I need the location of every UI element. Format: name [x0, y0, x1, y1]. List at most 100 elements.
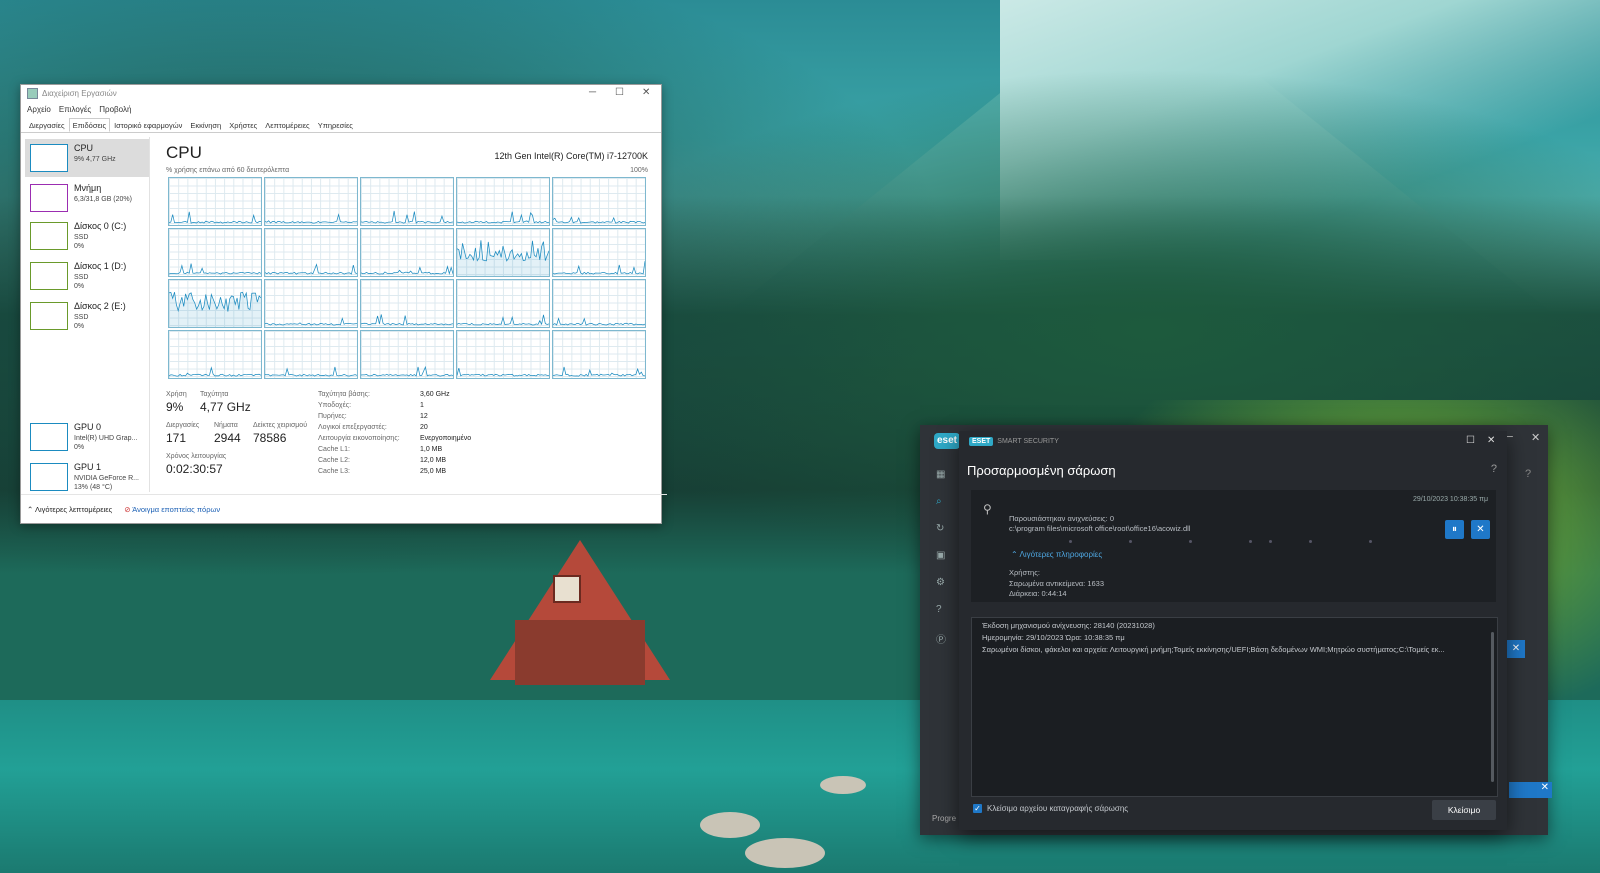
scan-timestamp: 29/10/2023 10:38:35 πμ — [1412, 496, 1488, 503]
current-file-path: c:\program files\microsoft office\root\o… — [1009, 524, 1191, 533]
less-info-link[interactable]: ⌃ Λιγότερες πληροφορίες — [1011, 550, 1102, 559]
tab-users[interactable]: Χρήστες — [225, 118, 261, 132]
close-log-checkbox[interactable]: ✓ — [973, 804, 982, 813]
menu-file[interactable]: Αρχείο — [27, 105, 51, 114]
cpu-thumbnail-graph — [30, 144, 68, 172]
scan-progress-panel: ⚲ 29/10/2023 10:38:35 πμ Παρουσιάστηκαν … — [971, 490, 1496, 602]
spec-key: Cache L3: — [318, 468, 350, 475]
scan-duration: Διάρκεια: 0:44:14 — [1009, 589, 1067, 598]
logical-processor-graph — [264, 279, 358, 328]
graph-max-label: 100% — [630, 167, 648, 174]
account-icon[interactable]: Ⓟ — [936, 631, 948, 646]
sidebar-item-memory[interactable]: Μνήμη 6,3/31,8 GB (20%) — [25, 179, 149, 217]
title-bar: Διαχείριση Εργασιών ─ ☐ ✕ — [21, 85, 661, 102]
spec-value: 12 — [420, 413, 428, 420]
stat-processes: Διεργασίες 171 — [166, 422, 199, 445]
update-icon[interactable]: ↻ — [936, 523, 948, 535]
tab-startup[interactable]: Εκκίνηση — [186, 118, 225, 132]
stat-handles: Δείκτες χειρισμού 78586 — [253, 422, 307, 445]
sidebar-item-cpu[interactable]: CPU 9% 4,77 GHz — [25, 139, 149, 177]
sidebar-item-gpu1[interactable]: GPU 1 NVIDIA GeForce R... 13% (48 °C) — [25, 458, 149, 496]
sidebar-item-label: GPU 1 — [74, 462, 102, 472]
wallpaper-rock — [820, 776, 866, 794]
menu-view[interactable]: Προβολή — [99, 105, 131, 114]
search-icon[interactable]: ⌕ — [936, 496, 948, 508]
sidebar-item-disk1[interactable]: Δίσκος 1 (D:) SSD 0% — [25, 257, 149, 295]
log-scrollbar[interactable] — [1491, 632, 1494, 782]
cpu-heading: CPU — [166, 143, 202, 162]
cpu-specs: Ταχύτητα βάσης: 3,60 GHz Υποδοχές: 1 Πυρήν… — [318, 391, 648, 479]
stat-threads: Νήματα 2944 — [214, 422, 241, 445]
cancel-icon[interactable]: ✕ — [1507, 640, 1525, 658]
spec-value: 20 — [420, 424, 428, 431]
close-icon[interactable]: ✕ — [1531, 431, 1540, 444]
log-line: Έκδοση μηχανισμού ανίχνευσης: 28140 (202… — [982, 621, 1155, 630]
sidebar-item-gpu0[interactable]: GPU 0 Intel(R) UHD Grap... 0% — [25, 418, 149, 456]
logical-processor-graph — [552, 330, 646, 379]
log-line: Σαρωμένοι δίσκοι, φάκελοι και αρχεία: Λε… — [982, 645, 1445, 654]
sidebar-item-label: Μνήμη — [74, 183, 102, 193]
minimize-icon[interactable]: ─ — [589, 87, 596, 98]
logical-processor-graphs — [168, 177, 646, 379]
sidebar-item-value: SSD 0% — [74, 274, 89, 290]
eset-logo: eset — [934, 433, 960, 449]
maximize-icon[interactable]: ☐ — [615, 87, 624, 98]
menu-options[interactable]: Επιλογές — [59, 105, 91, 114]
tab-details[interactable]: Λεπτομέρειες — [261, 118, 313, 132]
spec-row: Cache L2: 12,0 MB — [318, 457, 648, 468]
logical-processor-graph — [360, 177, 454, 226]
overview-icon[interactable]: ▦ — [936, 469, 948, 481]
task-manager-icon — [27, 88, 38, 99]
tools-icon[interactable]: ▣ — [936, 550, 948, 562]
close-button[interactable]: Κλείσιμο — [1432, 800, 1496, 820]
less-info-label: Λιγότερες πληροφορίες — [1019, 550, 1103, 559]
chevron-up-icon: ⌃ — [1011, 550, 1018, 559]
logical-processor-graph — [456, 228, 550, 277]
maximize-icon[interactable]: ☐ — [1466, 435, 1475, 446]
stat-value: 4,77 GHz — [200, 400, 251, 414]
detections-count: Παρουσιάστηκαν ανιχνεύσεις: 0 — [1009, 514, 1114, 523]
help-icon[interactable]: ? — [1525, 468, 1531, 480]
close-notification-icon[interactable]: ✕ — [1509, 782, 1552, 798]
spec-value: 25,0 MB — [420, 468, 447, 475]
gear-icon[interactable]: ⚙ — [936, 577, 948, 589]
tab-services[interactable]: Υπηρεσίες — [314, 118, 357, 132]
resource-monitor-label: Άνοιγμα εποπτείας πόρων — [132, 504, 221, 514]
logical-processor-graph — [264, 177, 358, 226]
sidebar-item-value: SSD 0% — [74, 314, 89, 330]
scanned-objects: Σαρωμένα αντικείμενα: 1633 — [1009, 578, 1105, 588]
spec-key: Λειτουργία εικονοποίησης: — [318, 435, 400, 442]
gpu-thumbnail-graph — [30, 423, 68, 451]
open-resource-monitor-link[interactable]: ⊘ Άνοιγμα εποπτείας πόρων — [124, 505, 220, 514]
logical-processor-graph — [360, 330, 454, 379]
sidebar-item-disk2[interactable]: Δίσκος 2 (E:) SSD 0% — [25, 297, 149, 335]
spec-row: Ταχύτητα βάσης: 3,60 GHz — [318, 391, 648, 402]
sidebar-item-label: GPU 0 — [74, 422, 102, 432]
close-icon[interactable]: ✕ — [1487, 435, 1495, 446]
tab-performance[interactable]: Επιδόσεις — [68, 118, 111, 132]
dialog-title: Προσαρμοσμένη σάρωση — [967, 463, 1116, 478]
spec-row: Cache L1: 1,0 MB — [318, 446, 648, 457]
sidebar-item-disk0[interactable]: Δίσκος 0 (C:) SSD 0% — [25, 217, 149, 255]
spec-key: Λογικοί επεξεργαστές: — [318, 424, 387, 431]
fewer-details-link[interactable]: ⌃ Λιγότερες λεπτομέρειες — [27, 505, 112, 514]
resource-monitor-icon: ⊘ — [124, 504, 131, 514]
window-title: Διαχείριση Εργασιών — [42, 89, 117, 98]
pause-button[interactable]: ⏸ — [1445, 520, 1464, 539]
tab-app-history[interactable]: Ιστορικό εφαρμογών — [110, 118, 186, 132]
help-icon[interactable]: ? — [1491, 463, 1497, 475]
help-icon[interactable]: ? — [936, 604, 948, 616]
stat-uptime: Χρόνος λειτουργίας 0:02:30:57 — [166, 453, 226, 476]
spec-key: Υποδοχές: — [318, 402, 352, 409]
dialog-footer: ✓ Κλείσιμο αρχείου καταγραφής σάρωσης Κλ… — [971, 800, 1496, 820]
chevron-up-icon: ⌃ — [27, 504, 34, 514]
spec-value: Ενεργοποιημένο — [420, 435, 472, 442]
sidebar-item-value: Intel(R) UHD Grap... 0% — [74, 435, 138, 451]
stat-label: Διεργασίες — [166, 422, 200, 429]
close-icon[interactable]: ✕ — [642, 87, 650, 98]
scan-log[interactable]: Έκδοση μηχανισμού ανίχνευσης: 28140 (202… — [971, 617, 1498, 797]
stop-button[interactable]: ✕ — [1471, 520, 1490, 539]
spec-row: Λειτουργία εικονοποίησης: Ενεργοποιημένο — [318, 435, 648, 446]
stat-speed: Ταχύτητα 4,77 GHz — [200, 391, 251, 414]
tab-processes[interactable]: Διεργασίες — [25, 118, 69, 132]
